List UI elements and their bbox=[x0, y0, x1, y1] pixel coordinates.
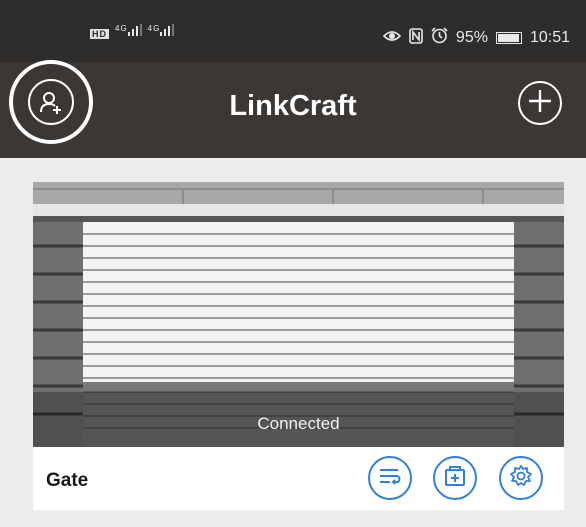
battery-icon bbox=[495, 32, 522, 44]
add-device-card-button[interactable] bbox=[433, 456, 477, 500]
add-device-icon bbox=[444, 465, 466, 492]
status-bar: HD 4G 4G 95% 10:51 bbox=[0, 0, 586, 62]
hd-indicator: HD bbox=[90, 29, 109, 40]
user-add-icon bbox=[28, 79, 74, 125]
settings-button[interactable] bbox=[499, 456, 543, 500]
list-button[interactable] bbox=[368, 456, 412, 500]
nfc-icon bbox=[409, 27, 423, 49]
battery-percent: 95% bbox=[455, 29, 488, 46]
device-card[interactable]: Connected Gate bbox=[33, 182, 564, 510]
network-type-2: 4G bbox=[147, 24, 161, 33]
plus-icon bbox=[527, 88, 553, 119]
list-icon bbox=[378, 466, 402, 491]
signal-1-icon: 4G bbox=[115, 24, 142, 39]
status-icons: 95% 10:51 bbox=[382, 27, 570, 49]
eye-icon bbox=[382, 29, 402, 48]
network-type-1: 4G bbox=[115, 24, 128, 33]
connection-status: Connected bbox=[257, 414, 340, 433]
profile-button[interactable] bbox=[9, 60, 93, 144]
device-name: Gate bbox=[46, 470, 89, 491]
gear-icon bbox=[509, 464, 533, 493]
garage-door-image bbox=[33, 182, 564, 447]
clock-time: 10:51 bbox=[529, 29, 570, 46]
alarm-clock-icon bbox=[431, 27, 448, 49]
network-indicators: HD 4G 4G bbox=[90, 24, 175, 40]
add-device-button[interactable] bbox=[518, 81, 562, 125]
signal-2-icon: 4G bbox=[148, 24, 175, 39]
camera-snapshot[interactable]: Connected bbox=[33, 182, 564, 447]
